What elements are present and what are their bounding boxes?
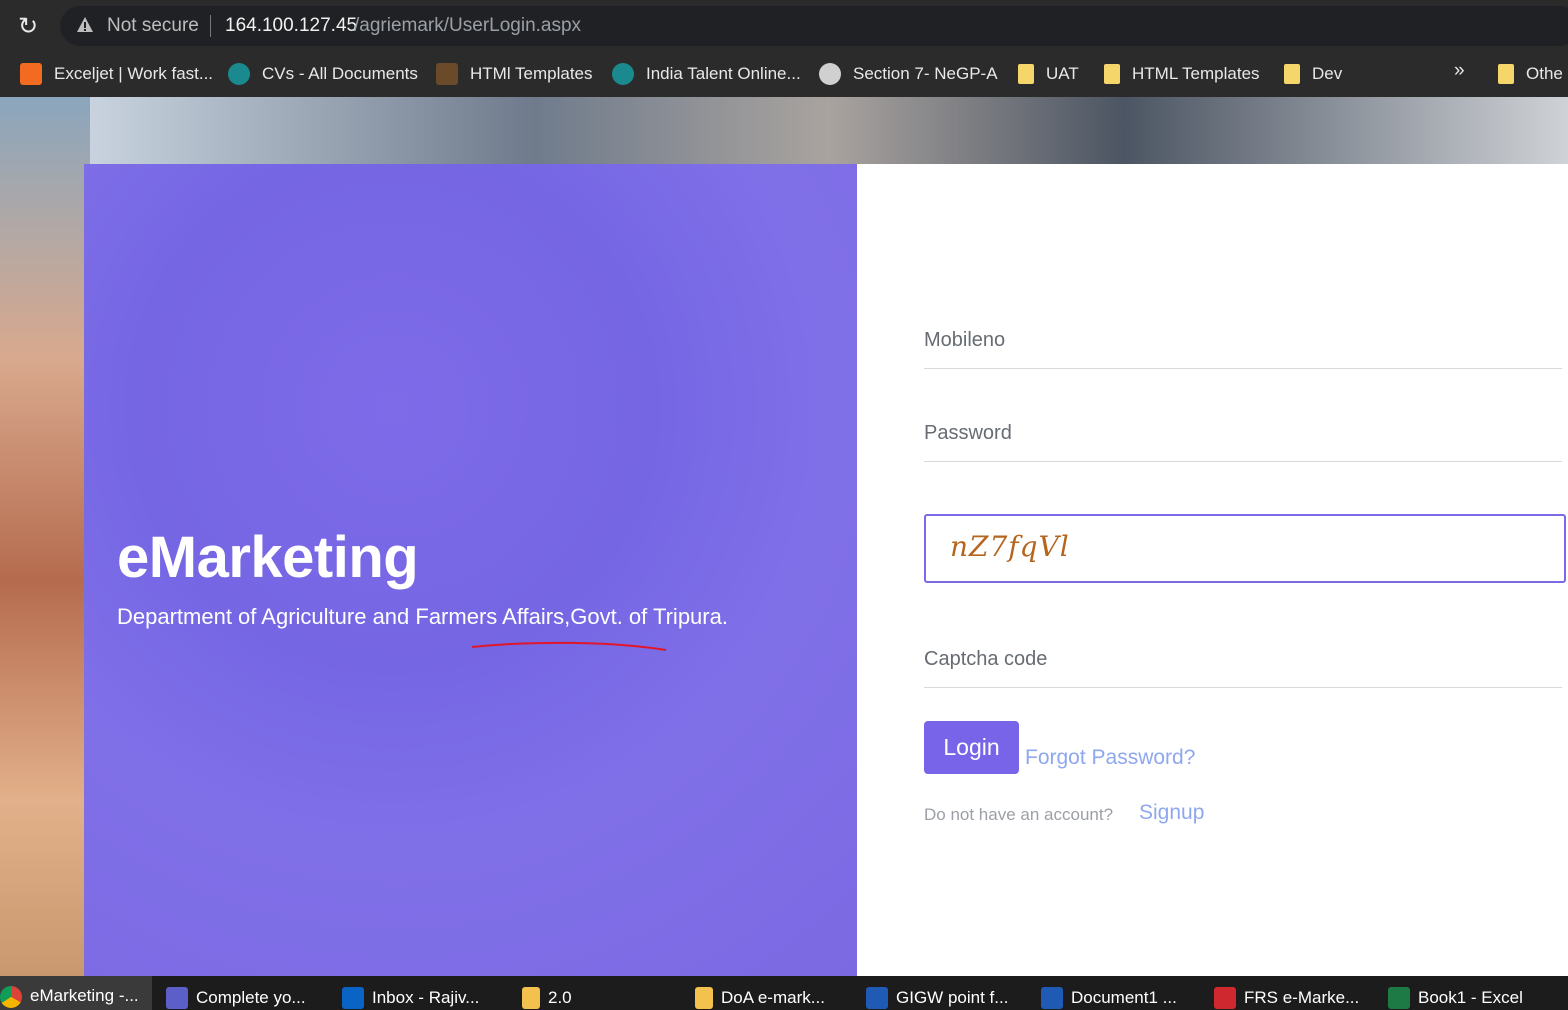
globe-icon [819,63,841,85]
bookmarks-overflow-button[interactable]: » [1454,60,1465,82]
bookmark-cvs[interactable]: CVs - All Documents [228,61,418,87]
sharepoint-icon [612,63,634,85]
taskbar-item-teams[interactable]: Complete yo... [166,986,306,1010]
browser-address-bar: ↻ Not secure 164.100.127.45 /agriemark/U… [0,0,1568,52]
no-account-text: Do not have an account? [924,805,1114,824]
captcha-placeholder: Captcha code [924,648,1048,670]
warning-icon[interactable] [76,16,94,34]
mobile-placeholder: Mobileno [924,329,1006,351]
security-label[interactable]: Not secure [107,15,199,37]
folder-icon [695,987,713,1009]
bookmark-label: Exceljet | Work fast... [54,64,214,83]
teams-icon [166,987,188,1009]
taskbar-label: DoA e-mark... [721,988,825,1007]
exceljet-icon [20,63,42,85]
taskbar-item-pdf-frs[interactable]: FRS e-Marke... [1214,986,1359,1010]
bookmark-exceljet[interactable]: Exceljet | Work fast... [20,61,213,87]
outlook-icon [342,987,364,1009]
bookmarks-bar: Exceljet | Work fast... CVs - All Docume… [0,52,1568,97]
bookmark-label: HTML Templates [1132,64,1260,83]
url-path[interactable]: /agriemark/UserLogin.aspx [354,15,581,37]
app-title: eMarketing [117,525,419,590]
password-field[interactable]: Password [924,416,1562,462]
red-underline-annotation [471,641,667,651]
bookmark-section7[interactable]: Section 7- NeGP-A [819,61,998,87]
taskbar-item-word-document1[interactable]: Document1 ... [1041,986,1177,1010]
bookmark-other[interactable]: Othe [1498,61,1563,87]
bookmark-uat[interactable]: UAT [1018,61,1079,87]
word-icon [1041,987,1063,1009]
taskbar-item-word-gigw[interactable]: GIGW point f... [866,986,1008,1010]
taskbar-item-outlook[interactable]: Inbox - Rajiv... [342,986,479,1010]
bookmark-label: Section 7- NeGP-A [853,64,998,83]
captcha-field[interactable]: Captcha code [924,642,1562,688]
folder-icon [1498,64,1514,84]
bookmark-label: UAT [1046,64,1079,83]
login-page: eMarketing Department of Agriculture and… [0,97,1568,976]
bookmark-label: Othe [1526,64,1563,83]
chrome-icon [0,986,22,1008]
url-host[interactable]: 164.100.127.45 [225,15,357,37]
book-icon [436,63,458,85]
word-icon [866,987,888,1009]
bookmark-dev[interactable]: Dev [1284,61,1342,87]
excel-icon [1388,987,1410,1009]
bookmark-label: India Talent Online... [646,64,801,83]
folder-icon [1104,64,1120,84]
mobile-field[interactable]: Mobileno [924,323,1562,369]
bookmark-india-talent[interactable]: India Talent Online... [612,61,801,87]
bookmark-label: HTMl Templates [470,64,593,83]
taskbar-label: Complete yo... [196,988,306,1007]
bookmark-html-templates-1[interactable]: HTMl Templates [436,61,593,87]
signup-link[interactable]: Signup [1139,801,1204,825]
taskbar-label: Document1 ... [1071,988,1177,1007]
password-placeholder: Password [924,422,1012,444]
taskbar-item-chrome[interactable]: eMarketing -... [0,976,152,1010]
department-subtitle: Department of Agriculture and Farmers Af… [117,604,728,629]
folder-icon [1284,64,1300,84]
forgot-password-link[interactable]: Forgot Password? [1025,746,1195,770]
captcha-image-text: nZ7fqVl [950,530,1070,563]
login-button[interactable]: Login [924,721,1019,774]
bookmark-label: CVs - All Documents [262,64,418,83]
pdf-icon [1214,987,1236,1009]
taskbar-label: GIGW point f... [896,988,1009,1007]
bookmark-html-templates-2[interactable]: HTML Templates [1104,61,1260,87]
folder-icon [522,987,540,1009]
bookmark-label: Dev [1312,64,1343,83]
taskbar-label: Inbox - Rajiv... [372,988,480,1007]
taskbar-label: FRS e-Marke... [1244,988,1360,1007]
taskbar-item-folder-doa[interactable]: DoA e-mark... [695,986,825,1010]
reload-icon[interactable]: ↻ [14,13,42,41]
sharepoint-icon [228,63,250,85]
folder-icon [1018,64,1034,84]
taskbar-label: 2.0 [548,988,572,1007]
captcha-image: nZ7fqVl [924,514,1566,583]
taskbar-label: eMarketing -... [30,986,139,1005]
taskbar-item-folder-2-0[interactable]: 2.0 [522,986,572,1010]
taskbar-item-excel[interactable]: Book1 - Excel [1388,986,1523,1010]
url-separator [210,15,211,37]
taskbar-label: Book1 - Excel [1418,988,1523,1007]
taskbar: eMarketing -... Complete yo... Inbox - R… [0,976,1568,1010]
